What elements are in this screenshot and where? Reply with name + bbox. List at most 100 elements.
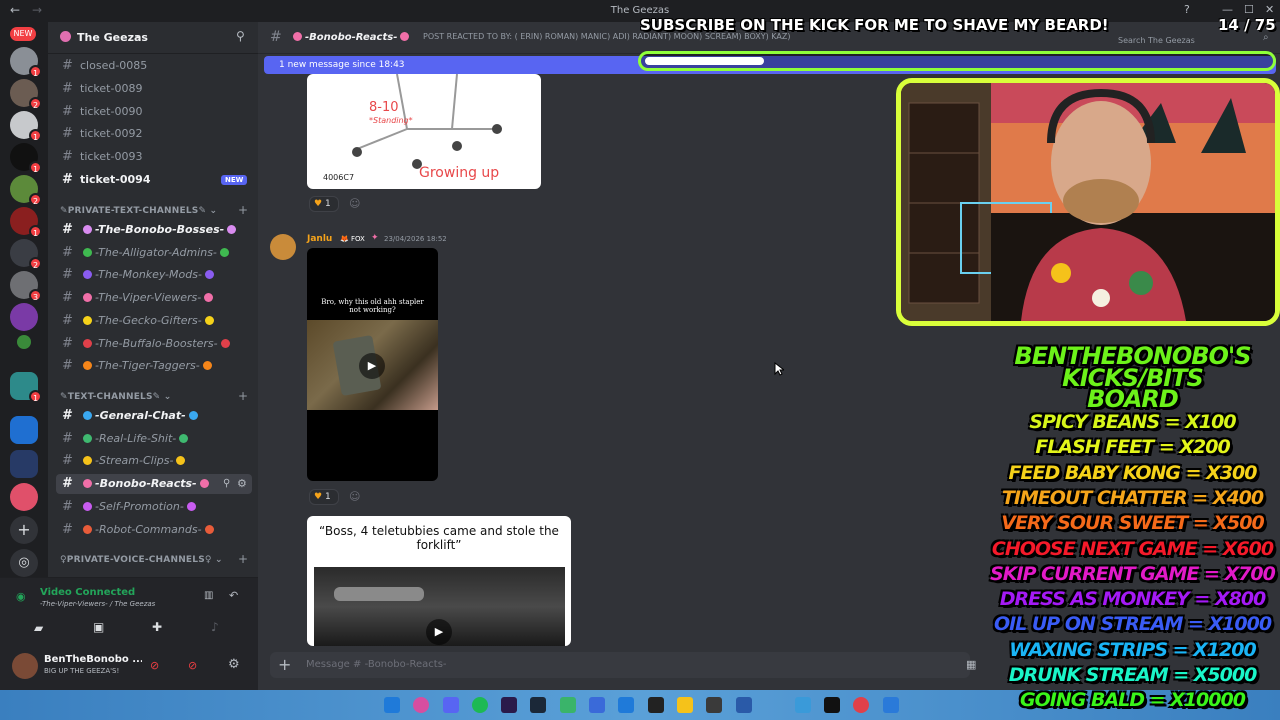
server-icon[interactable] bbox=[10, 450, 38, 478]
channel-item[interactable]: # -Self-Promotion- bbox=[56, 497, 252, 517]
channel-item[interactable]: # -The-Monkey-Mods- bbox=[56, 265, 252, 285]
activities-icon[interactable]: ✚ bbox=[152, 620, 162, 634]
close-icon[interactable]: ✕ bbox=[1265, 3, 1274, 16]
channel-item[interactable]: # -The-Alligator-Admins- bbox=[56, 243, 252, 263]
channel-item-unread[interactable]: # ticket-0094 NEW bbox=[56, 170, 252, 190]
app-icon[interactable] bbox=[618, 697, 634, 713]
user-name[interactable]: BenTheBonobo ... bbox=[44, 654, 142, 665]
channel-item[interactable]: # -The-Bonobo-Bosses- bbox=[56, 220, 252, 240]
app-icon[interactable] bbox=[795, 697, 811, 713]
category-private-text[interactable]: ✎PRIVATE-TEXT-CHANNELS✎ ⌄ bbox=[60, 206, 217, 216]
minimize-icon[interactable]: — bbox=[1222, 3, 1233, 16]
new-servers-pill[interactable]: NEW bbox=[10, 27, 36, 41]
app-icon[interactable] bbox=[648, 697, 664, 713]
reaction-heart[interactable]: ♥ 1 bbox=[309, 489, 339, 505]
start-icon[interactable] bbox=[384, 697, 400, 713]
play-icon[interactable]: ▶ bbox=[426, 619, 452, 645]
channel-item[interactable]: # -The-Gecko-Gifters- bbox=[56, 311, 252, 331]
reaction-heart[interactable]: ♥ 1 bbox=[309, 196, 339, 212]
server-icon[interactable]: 2 bbox=[10, 239, 42, 270]
plus-icon[interactable]: + bbox=[278, 652, 291, 678]
camera-icon[interactable]: ▰ bbox=[34, 621, 43, 635]
play-icon[interactable]: ▶ bbox=[359, 353, 385, 379]
server-icon[interactable]: 1 bbox=[10, 143, 42, 174]
server-icon[interactable] bbox=[10, 303, 38, 331]
message-video[interactable]: “Boss, 4 teletubbies came and stole the … bbox=[307, 516, 571, 646]
channel-item[interactable]: # -General-Chat- bbox=[56, 406, 252, 426]
headphone-icon[interactable]: ⊘ bbox=[188, 659, 197, 672]
disconnect-icon[interactable]: ↶ bbox=[229, 589, 238, 602]
gear-icon[interactable]: ⚙ bbox=[237, 474, 247, 494]
invite-icon[interactable]: ⚲ bbox=[223, 474, 230, 494]
message-author[interactable]: Janlu bbox=[307, 234, 332, 244]
add-channel-icon[interactable]: + bbox=[238, 552, 248, 566]
channel-item-active[interactable]: # -Bonobo-Reacts- ⚲ ⚙ bbox=[56, 474, 252, 494]
gear-icon[interactable]: ⚙ bbox=[228, 657, 240, 672]
channel-item[interactable]: # closed-0085 bbox=[56, 56, 252, 76]
channel-item[interactable]: # -Real-Life-Shit- bbox=[56, 429, 252, 449]
server-icon[interactable]: 1 bbox=[10, 207, 42, 238]
add-reaction-icon[interactable]: ☺ bbox=[349, 197, 360, 210]
channel-item[interactable]: # -The-Viper-Viewers- bbox=[56, 288, 252, 308]
app-icon[interactable] bbox=[706, 697, 722, 713]
folder-icon[interactable] bbox=[677, 697, 693, 713]
app-icon[interactable] bbox=[883, 697, 899, 713]
soundboard-icon[interactable]: ♪ bbox=[211, 620, 219, 634]
server-icon[interactable]: 2 bbox=[10, 175, 42, 206]
message-video[interactable]: Bro, why this old ahh stapler not workin… bbox=[307, 248, 438, 481]
goal-counter: 14 / 75 bbox=[1218, 16, 1276, 34]
channel-item[interactable]: # -The-Buffalo-Boosters- bbox=[56, 334, 252, 354]
avatar[interactable] bbox=[12, 653, 38, 679]
channel-item[interactable]: # ticket-0092 bbox=[56, 124, 252, 144]
board-item: FLASH FEET = X200 bbox=[1035, 436, 1230, 459]
server-icon[interactable] bbox=[10, 483, 38, 511]
mic-icon[interactable]: ⊘ bbox=[150, 659, 159, 672]
maximize-icon[interactable]: ☐ bbox=[1244, 3, 1254, 16]
add-channel-icon[interactable]: + bbox=[238, 203, 248, 217]
server-icon[interactable]: 1 bbox=[10, 372, 42, 403]
add-channel-icon[interactable]: + bbox=[238, 389, 248, 403]
server-icon[interactable]: 3 bbox=[10, 271, 42, 302]
server-icon[interactable]: 2 bbox=[10, 79, 42, 110]
help-icon[interactable]: ? bbox=[1184, 3, 1190, 16]
app-icon[interactable] bbox=[413, 697, 429, 713]
category-private-voice[interactable]: ♀PRIVATE-VOICE-CHANNELS♀ ⌄ bbox=[60, 555, 223, 565]
add-reaction-icon[interactable]: ☺ bbox=[349, 490, 360, 503]
message-composer[interactable]: + Message # -Bonobo-Reacts- ▦ bbox=[270, 652, 976, 678]
app-icon[interactable] bbox=[736, 697, 752, 713]
voice-channel[interactable]: -The-Viper-Viewers- / The Geezas bbox=[40, 600, 155, 608]
voice-status[interactable]: Video Connected bbox=[40, 587, 135, 598]
server-icon[interactable] bbox=[10, 416, 38, 444]
add-server-icon[interactable]: + bbox=[10, 516, 38, 544]
server-icon[interactable]: 1 bbox=[10, 47, 42, 78]
spotify-icon[interactable] bbox=[472, 697, 488, 713]
app-icon[interactable] bbox=[853, 697, 869, 713]
app-icon[interactable] bbox=[589, 697, 605, 713]
discord-icon[interactable] bbox=[443, 697, 459, 713]
discover-icon[interactable]: ◎ bbox=[10, 549, 38, 577]
app-icon[interactable] bbox=[501, 697, 517, 713]
channel-item[interactable]: # ticket-0093 bbox=[56, 147, 252, 167]
noise-suppression-icon[interactable]: ▥ bbox=[204, 590, 213, 601]
app-icon[interactable] bbox=[824, 697, 840, 713]
channel-item[interactable]: # -Stream-Clips- bbox=[56, 451, 252, 471]
user-status: BIG UP THE GEEZA'S! bbox=[44, 667, 120, 675]
category-text-channels[interactable]: ✎TEXT-CHANNELS✎ ⌄ bbox=[60, 392, 172, 402]
search-input[interactable]: Search The Geezas bbox=[1118, 36, 1195, 45]
steam-icon[interactable] bbox=[530, 697, 546, 713]
add-member-icon[interactable]: ⚲ bbox=[236, 29, 245, 43]
gift-icon[interactable]: ▦ bbox=[966, 652, 976, 678]
message-image[interactable]: 8-10 *Standing* 4006C7 Growing up bbox=[307, 74, 541, 189]
server-icon[interactable] bbox=[17, 335, 31, 349]
composer-input[interactable]: Message # -Bonobo-Reacts- bbox=[306, 659, 447, 670]
server-header[interactable]: The Geezas ⌄ ⚲ bbox=[48, 22, 258, 54]
signal-icon: ◉ bbox=[16, 590, 26, 603]
avatar[interactable] bbox=[270, 234, 296, 260]
app-icon[interactable] bbox=[560, 697, 576, 713]
screenshare-icon[interactable]: ▣ bbox=[93, 620, 104, 634]
channel-item[interactable]: # -The-Tiger-Taggers- bbox=[56, 356, 252, 376]
channel-item[interactable]: # ticket-0089 bbox=[56, 79, 252, 99]
channel-item[interactable]: # ticket-0090 bbox=[56, 102, 252, 122]
channel-item[interactable]: # -Robot-Commands- bbox=[56, 520, 252, 540]
server-icon[interactable]: 1 bbox=[10, 111, 42, 142]
